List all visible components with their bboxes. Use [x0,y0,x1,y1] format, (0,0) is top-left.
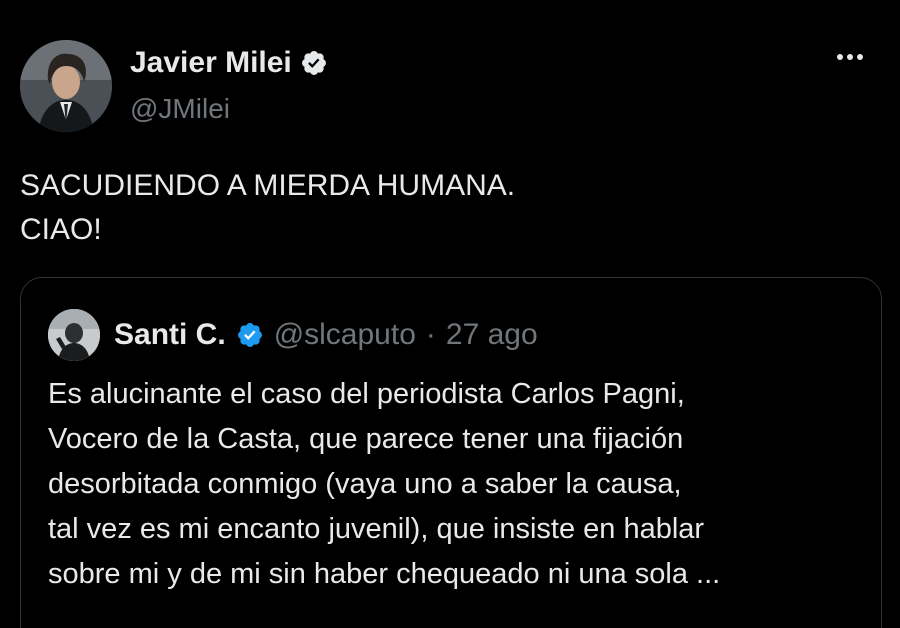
avatar-image [20,40,112,132]
author-display-name[interactable]: Javier Milei [130,44,292,82]
verified-badge-icon [301,51,326,75]
quoted-handle[interactable]: @slcaputo [274,315,416,355]
tweet-text: SACUDIENDO A MIERDA HUMANA. CIAO! [20,164,515,252]
author-handle[interactable]: @JMilei [130,91,230,127]
more-options-button[interactable] [828,42,872,72]
quoted-tweet-line: desorbitada conmigo (vaya uno a saber la… [48,468,682,500]
quoted-avatar[interactable] [48,309,100,361]
quoted-tweet-line: Vocero de la Casta, que parece tener una… [48,423,684,455]
quoted-tweet-line: Es alucinante el caso del periodista Car… [48,378,685,410]
quoted-tweet-line: sobre mi y de mi sin haber chequeado ni … [48,558,721,590]
quoted-avatar-image [48,309,100,361]
quoted-header: Santi C. @slcaputo · 27 ago [114,315,538,355]
quoted-tweet-line: tal vez es mi encanto juvenil), que insi… [48,513,705,545]
quoted-tweet-text: Es alucinante el caso del periodista Car… [48,372,720,597]
quoted-tweet-card[interactable]: Santi C. @slcaputo · 27 ago Es alucinant… [20,277,882,628]
verified-badge-icon [237,323,262,347]
tweet-line: CIAO! [20,213,102,246]
tweet-line: SACUDIENDO A MIERDA HUMANA. [20,169,516,202]
quoted-display-name[interactable]: Santi C. [114,315,226,355]
avatar[interactable] [20,40,112,132]
more-options-icon [857,54,863,60]
more-options-icon [837,54,843,60]
more-options-icon [847,54,853,60]
quoted-date[interactable]: 27 ago [446,315,538,355]
author-display-name-row[interactable]: Javier Milei [130,44,328,82]
header-separator: · [425,318,436,351]
